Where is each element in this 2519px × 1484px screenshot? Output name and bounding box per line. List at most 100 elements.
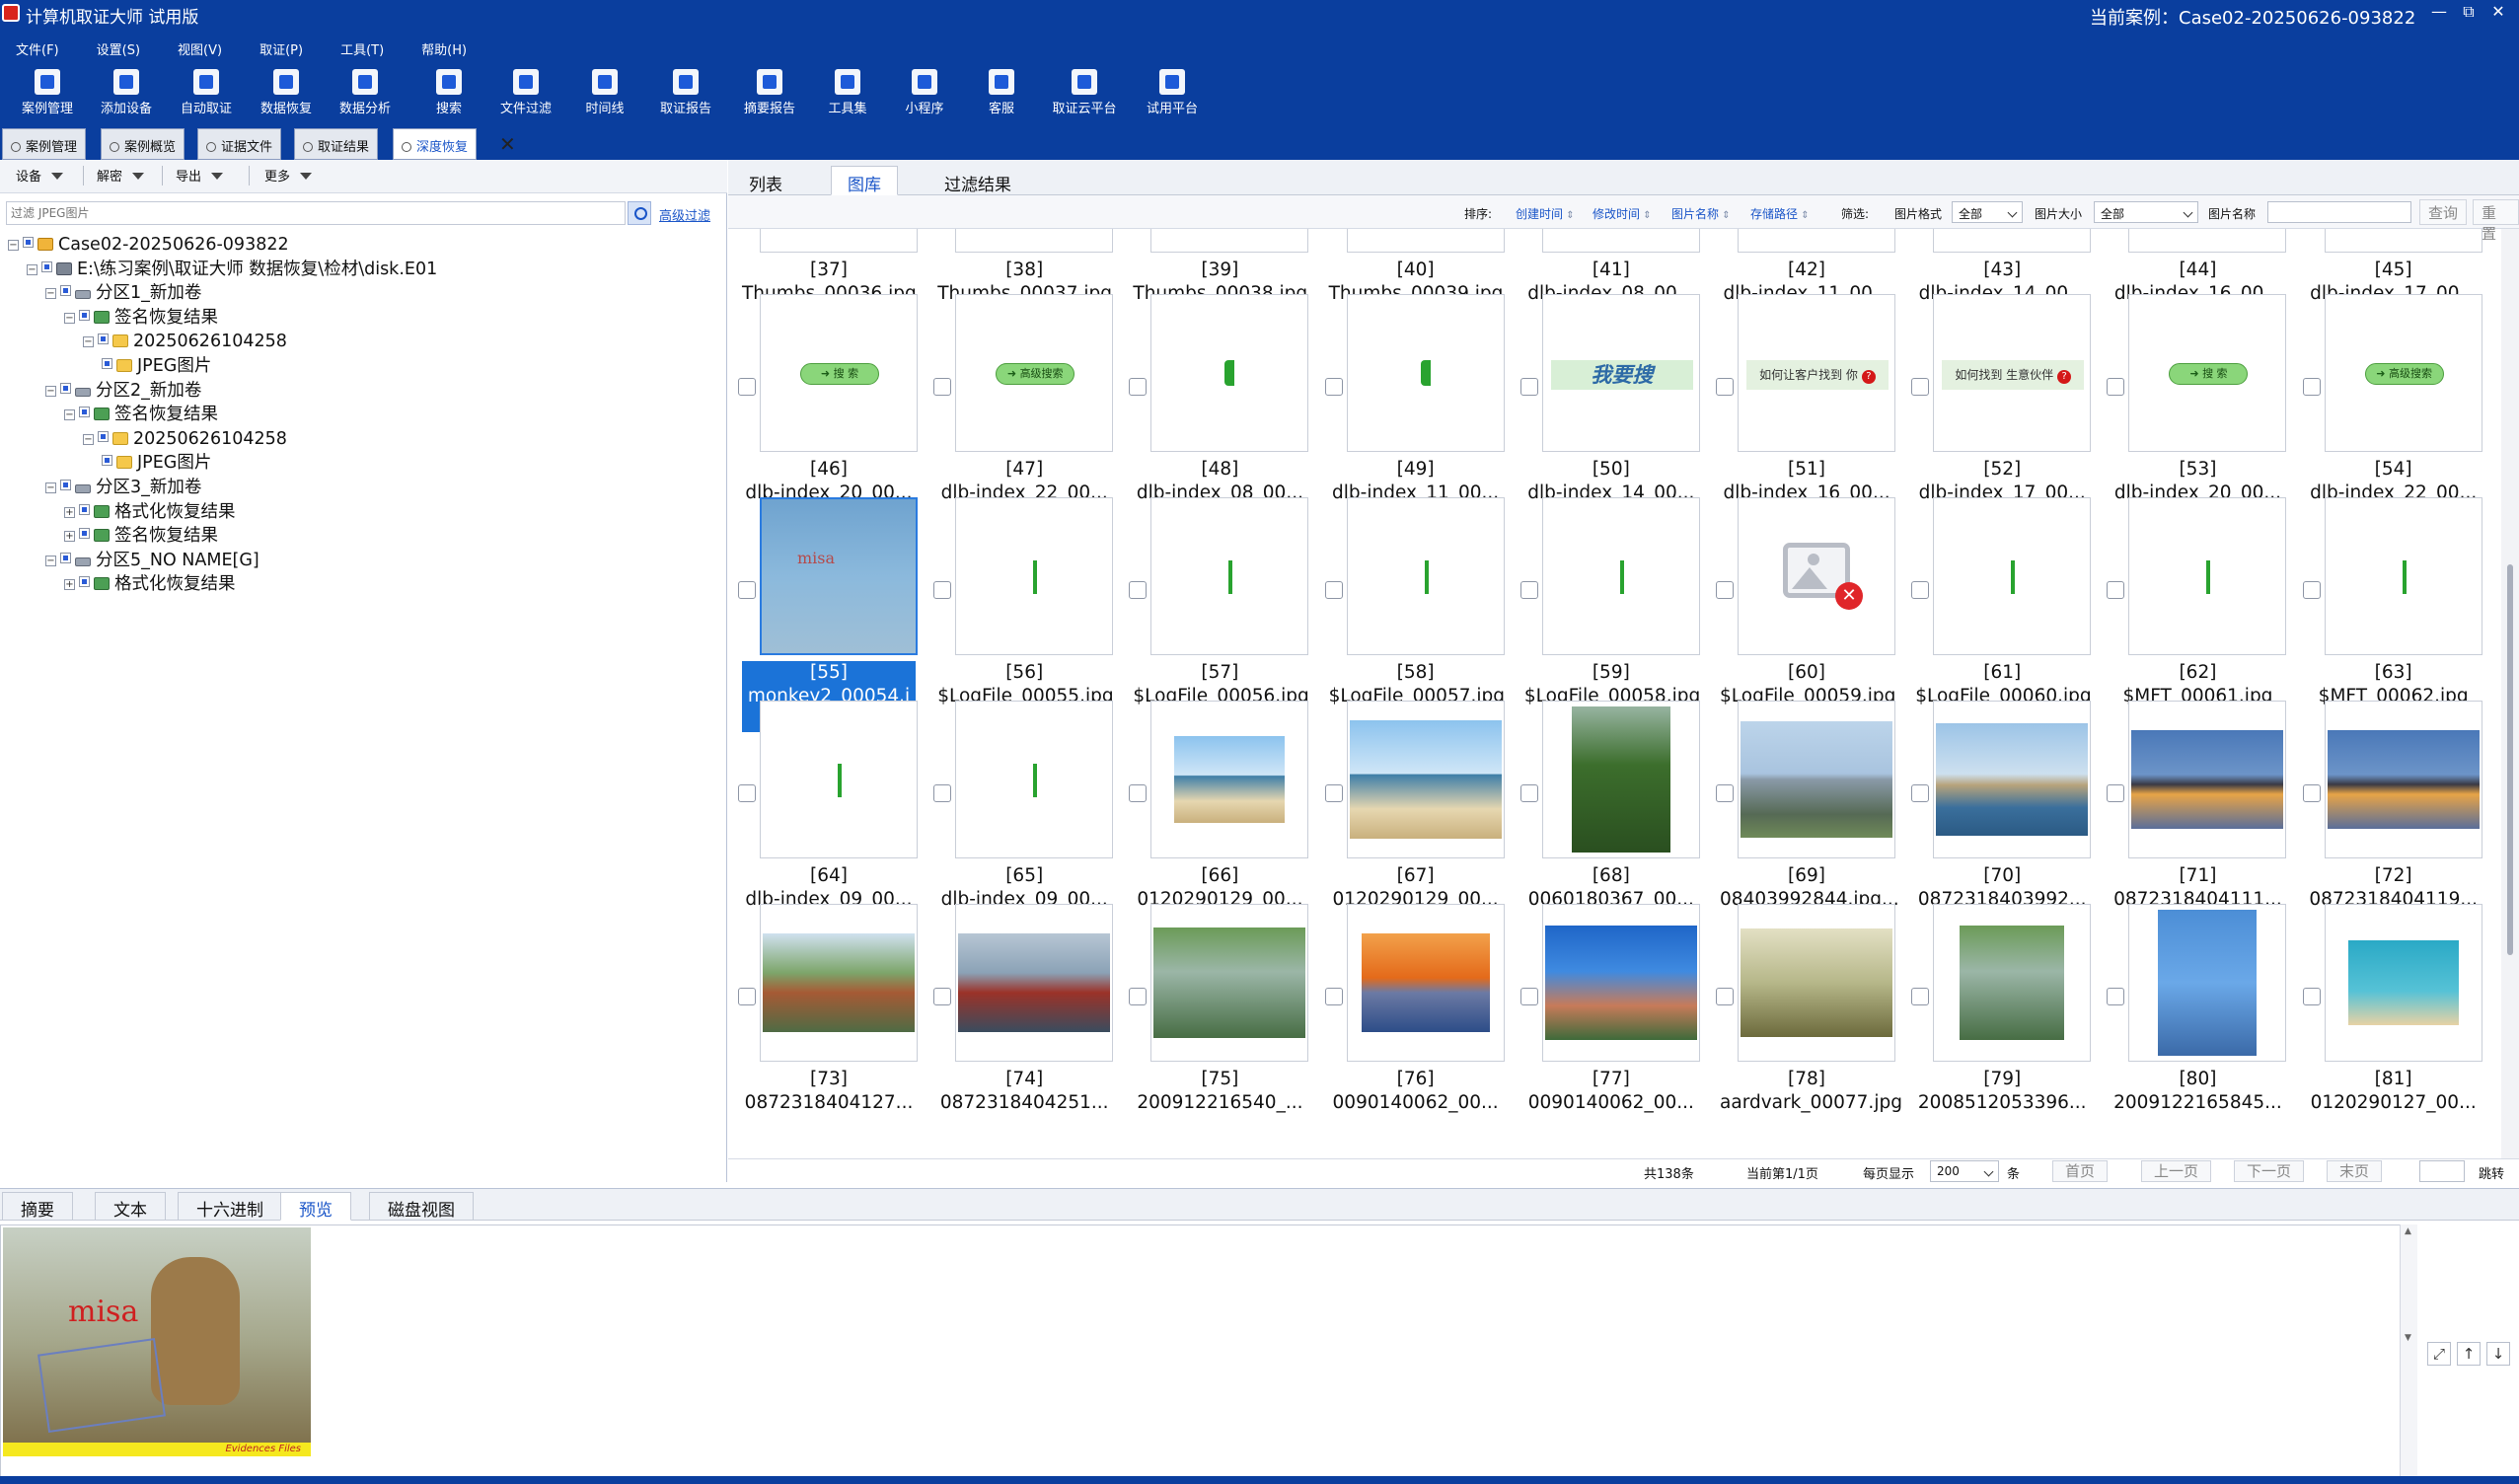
- menu-help[interactable]: 帮助(H): [421, 39, 467, 58]
- thumbnail[interactable]: [2324, 229, 2482, 253]
- tree-checkbox[interactable]: [79, 528, 90, 540]
- last-page-button[interactable]: 末页: [2327, 1160, 2383, 1182]
- tree-checkbox[interactable]: [102, 455, 112, 467]
- thumbnail[interactable]: [2128, 229, 2287, 253]
- tree-node[interactable]: + 格式化恢复结果: [64, 572, 236, 596]
- toolbar-button-0[interactable]: 案例管理: [8, 69, 87, 116]
- gallery-item[interactable]: [69] 08403992844.jpg...: [1708, 701, 1903, 910]
- thumbnail[interactable]: [955, 904, 1114, 1062]
- gallery-item[interactable]: [44]dlb-index_16_00...: [2099, 229, 2294, 304]
- doc-tab-3[interactable]: 取证结果: [294, 128, 379, 160]
- thumbnail[interactable]: [2128, 701, 2287, 858]
- item-checkbox[interactable]: [2107, 988, 2125, 1005]
- thumbnail[interactable]: [1346, 904, 1505, 1062]
- fit-screen-icon[interactable]: ⤢: [2427, 1342, 2451, 1366]
- thumbnail[interactable]: [1150, 497, 1309, 655]
- detail-tab-4[interactable]: 磁盘视图: [369, 1192, 474, 1221]
- item-checkbox[interactable]: [738, 378, 756, 396]
- tree-node[interactable]: − 20250626104258: [83, 427, 287, 451]
- detail-tab-2[interactable]: 十六进制: [178, 1192, 282, 1221]
- gallery-item[interactable]: 高级搜索[47]dlb-index_22_00...: [926, 294, 1121, 503]
- collapse-icon[interactable]: −: [45, 555, 56, 566]
- tree-checkbox[interactable]: [60, 285, 71, 297]
- thumbnail[interactable]: [2128, 497, 2287, 655]
- thumbnail[interactable]: [1541, 497, 1700, 655]
- item-checkbox[interactable]: [2107, 378, 2125, 396]
- gallery-item[interactable]: [40]Thumbs_00039.jpg: [1317, 229, 1513, 304]
- item-checkbox[interactable]: [933, 988, 952, 1005]
- close-window-button[interactable]: ✕: [2484, 2, 2512, 22]
- item-checkbox[interactable]: [1324, 581, 1343, 599]
- gallery-item[interactable]: [71] 0872318404111...: [2099, 701, 2294, 910]
- item-checkbox[interactable]: [1911, 988, 1930, 1005]
- gallery-scrollbar[interactable]: [2501, 229, 2519, 1158]
- doc-tab-2[interactable]: 证据文件: [197, 128, 282, 160]
- gallery-item[interactable]: [62] $MFT_00061.jpg: [2099, 497, 2294, 706]
- toolbar-button-13[interactable]: 取证云平台: [1045, 69, 1124, 116]
- tree-checkbox[interactable]: [60, 382, 71, 394]
- gallery-item[interactable]: [80] 2009122165845...: [2099, 904, 2294, 1113]
- previous-image-icon[interactable]: ↑: [2457, 1342, 2481, 1366]
- item-checkbox[interactable]: [2302, 784, 2321, 802]
- thumbnail[interactable]: [1150, 229, 1309, 253]
- thumbnail[interactable]: [1738, 701, 1896, 858]
- gallery-item[interactable]: [81] 0120290127_00...: [2295, 904, 2490, 1113]
- jump-button[interactable]: 跳转: [2479, 1163, 2504, 1182]
- minimize-button[interactable]: —: [2425, 2, 2453, 22]
- item-checkbox[interactable]: [2302, 581, 2321, 599]
- item-checkbox[interactable]: [1519, 581, 1538, 599]
- gallery-item[interactable]: 如何让客户找到 你? [51] dlb-index_16_00...: [1708, 294, 1903, 503]
- collapse-icon[interactable]: −: [45, 288, 56, 300]
- item-checkbox[interactable]: [1519, 378, 1538, 396]
- collapse-icon[interactable]: −: [45, 385, 56, 397]
- item-checkbox[interactable]: [1129, 784, 1148, 802]
- doc-tab-1[interactable]: 案例概览: [101, 128, 185, 160]
- tree-node[interactable]: + 签名恢复结果: [64, 524, 218, 548]
- doc-tab-4[interactable]: 深度恢复: [393, 128, 478, 160]
- item-checkbox[interactable]: [1911, 784, 1930, 802]
- thumbnail[interactable]: 搜 索: [2128, 294, 2287, 452]
- gallery-item[interactable]: [56] $LogFile_00055.jpg: [926, 497, 1121, 706]
- tree-node[interactable]: − E:\练习案例\取证大师 数据恢复\检材\disk.E01: [27, 258, 437, 281]
- gallery-item[interactable]: [76] 0090140062_00...: [1317, 904, 1513, 1113]
- gallery-item[interactable]: [45]dlb-index_17_00...: [2295, 229, 2490, 304]
- menu-tools[interactable]: 工具(T): [340, 39, 384, 58]
- item-checkbox[interactable]: [2107, 581, 2125, 599]
- thumbnail[interactable]: 我要搜: [1541, 294, 1700, 452]
- item-checkbox[interactable]: [1324, 378, 1343, 396]
- thumbnail[interactable]: [1933, 701, 2092, 858]
- gallery-item[interactable]: [59] $LogFile_00058.jpg: [1513, 497, 1708, 706]
- item-checkbox[interactable]: [1129, 581, 1148, 599]
- thumbnail[interactable]: 高级搜索: [955, 294, 1114, 452]
- gallery-item[interactable]: [63] $MFT_00062.jpg: [2295, 497, 2490, 706]
- thumbnail[interactable]: [2128, 904, 2287, 1062]
- thumbnail[interactable]: [1150, 294, 1309, 452]
- tree-checkbox[interactable]: [79, 309, 90, 321]
- tree-checkbox[interactable]: [23, 237, 34, 248]
- restore-button[interactable]: ⧉: [2455, 2, 2482, 22]
- tree-node[interactable]: − 20250626104258: [83, 330, 287, 353]
- reset-button[interactable]: 重置: [2473, 199, 2519, 243]
- collapse-icon[interactable]: −: [64, 312, 75, 324]
- thumbnail[interactable]: [2324, 497, 2482, 655]
- gallery-item[interactable]: [64] dlb-index_09_00...: [730, 701, 926, 910]
- collapse-icon[interactable]: −: [8, 240, 19, 251]
- thumbnail[interactable]: [1541, 701, 1700, 858]
- gallery-item[interactable]: [74] 0872318404251...: [926, 904, 1121, 1113]
- item-checkbox[interactable]: [1716, 581, 1735, 599]
- tree-checkbox[interactable]: [79, 407, 90, 418]
- gallery-item[interactable]: 搜 索[46]dlb-index_20_00...: [730, 294, 926, 503]
- gallery-item[interactable]: 搜 索[53]dlb-index_20_00...: [2099, 294, 2294, 503]
- thumbnail[interactable]: [955, 701, 1114, 858]
- thumbnail[interactable]: [2324, 904, 2482, 1062]
- gallery-item[interactable]: [67] 0120290129_00...: [1317, 701, 1513, 910]
- item-checkbox[interactable]: [738, 784, 756, 802]
- sort-created-time[interactable]: 创建时间: [1516, 205, 1575, 222]
- gallery-item[interactable]: [73] 0872318404127...: [730, 904, 926, 1113]
- advanced-filter-link[interactable]: 高级过滤: [659, 205, 710, 224]
- export-button[interactable]: 导出: [176, 166, 224, 185]
- tree-node[interactable]: − 签名恢复结果: [64, 403, 218, 426]
- per-page-select[interactable]: 200: [1930, 1160, 1999, 1182]
- decrypt-button[interactable]: 解密: [97, 166, 145, 185]
- item-checkbox[interactable]: [1716, 378, 1735, 396]
